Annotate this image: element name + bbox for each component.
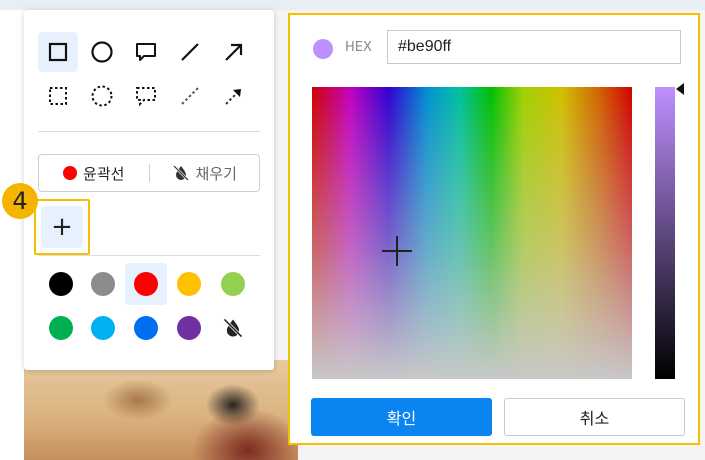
swatch-dot xyxy=(221,272,245,296)
dashed-rectangle-tool[interactable] xyxy=(38,76,78,116)
background-strip xyxy=(0,0,705,10)
lightness-slider-handle[interactable] xyxy=(676,83,684,95)
dashed-line-icon xyxy=(181,87,199,105)
color-picker-panel: HEX #be90ff 확인 취소 xyxy=(288,13,700,445)
panel-divider-top xyxy=(38,131,260,132)
background-left-edge xyxy=(0,10,24,460)
confirm-button[interactable]: 확인 xyxy=(311,398,492,436)
rectangle-tool[interactable] xyxy=(38,32,78,72)
dashed-line-tool[interactable] xyxy=(170,76,210,116)
line-tool[interactable] xyxy=(170,32,210,72)
line-icon xyxy=(181,43,199,61)
outline-fill-toggle: 윤곽선 채우기 xyxy=(38,154,260,192)
swatch-blue[interactable] xyxy=(125,307,167,349)
outline-color-dot xyxy=(63,166,78,180)
swatch-purple[interactable] xyxy=(168,307,210,349)
shape-tool-panel: 윤곽선 채우기 + xyxy=(24,10,274,370)
no-fill-icon xyxy=(223,318,243,338)
add-color-highlight: + xyxy=(34,199,90,255)
add-color-button[interactable]: + xyxy=(41,206,83,248)
swatch-dot xyxy=(91,316,115,340)
dashed-arrow-tool[interactable] xyxy=(214,76,254,116)
swatch-yellow[interactable] xyxy=(168,263,210,305)
background-photo xyxy=(18,360,298,460)
circle-tool[interactable] xyxy=(82,32,122,72)
hex-label: HEX xyxy=(345,40,372,55)
current-color-dot xyxy=(313,39,333,59)
speech-bubble-icon xyxy=(136,43,156,61)
dashed-arrow-icon xyxy=(225,89,241,105)
swatch-dot xyxy=(91,272,115,296)
fill-option[interactable]: 채우기 xyxy=(150,163,260,184)
swatch-dot xyxy=(49,272,73,296)
swatch-dot xyxy=(177,316,201,340)
dashed-speech-bubble-tool[interactable] xyxy=(126,76,166,116)
swatch-none[interactable] xyxy=(212,307,254,349)
dashed-circle-tool[interactable] xyxy=(82,76,122,116)
dashed-rectangle-icon xyxy=(49,87,67,105)
no-fill-icon xyxy=(172,165,189,181)
hex-input[interactable]: #be90ff xyxy=(387,30,681,64)
swatch-red[interactable] xyxy=(125,263,167,305)
cancel-button[interactable]: 취소 xyxy=(504,398,685,436)
panel-divider-bottom xyxy=(38,255,260,256)
fill-label: 채우기 xyxy=(195,164,237,183)
lightness-slider[interactable] xyxy=(655,87,675,379)
crosshair-vertical xyxy=(396,236,398,266)
arrow-tool[interactable] xyxy=(214,32,254,72)
swatch-sky-blue[interactable] xyxy=(82,307,124,349)
dashed-speech-bubble-icon xyxy=(136,87,156,107)
outline-label: 윤곽선 xyxy=(83,164,125,183)
swatch-black[interactable] xyxy=(40,263,82,305)
swatch-green[interactable] xyxy=(40,307,82,349)
swatch-dot xyxy=(134,316,158,340)
swatch-dot xyxy=(134,272,158,296)
swatch-dot xyxy=(49,316,73,340)
outline-option[interactable]: 윤곽선 xyxy=(39,163,149,184)
step-badge: 4 xyxy=(2,183,38,219)
color-spectrum[interactable] xyxy=(312,87,632,379)
speech-bubble-tool[interactable] xyxy=(126,32,166,72)
arrow-icon xyxy=(225,43,243,61)
circle-icon xyxy=(91,41,113,63)
dashed-circle-icon xyxy=(91,85,113,107)
swatch-light-green[interactable] xyxy=(212,263,254,305)
swatch-gray[interactable] xyxy=(82,263,124,305)
swatch-dot xyxy=(177,272,201,296)
rectangle-icon xyxy=(48,42,68,62)
